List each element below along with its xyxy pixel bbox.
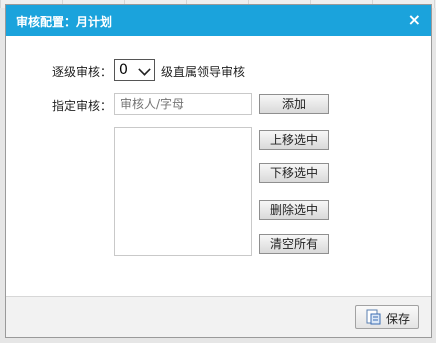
close-icon[interactable]: × — [408, 10, 421, 29]
clear-all-button[interactable]: 清空所有 — [259, 234, 329, 254]
level-select[interactable]: 0 — [114, 59, 155, 81]
chevron-down-icon — [138, 63, 151, 76]
move-up-button[interactable]: 上移选中 — [259, 130, 329, 150]
review-config-dialog: 审核配置：月计划 × 逐级审核： 0 级直属领导审核 指定审核： 添加 上移选中… — [5, 4, 432, 338]
dialog-title: 审核配置：月计划 — [16, 15, 113, 29]
level-review-suffix: 级直属领导审核 — [161, 65, 246, 79]
assign-review-label: 指定审核： — [52, 99, 113, 113]
save-icon — [366, 309, 381, 325]
delete-selected-button[interactable]: 删除选中 — [259, 200, 329, 220]
move-down-button[interactable]: 下移选中 — [259, 163, 329, 183]
add-button[interactable]: 添加 — [259, 94, 329, 114]
level-review-label: 逐级审核： — [52, 65, 113, 79]
dialog-titlebar: 审核配置：月计划 × — [6, 5, 431, 36]
level-select-value: 0 — [119, 62, 128, 78]
save-button-label: 保存 — [386, 312, 411, 326]
save-button[interactable]: 保存 — [355, 305, 419, 329]
reviewer-list[interactable] — [114, 127, 252, 256]
dialog-footer: 保存 — [6, 296, 431, 337]
reviewer-search-input[interactable] — [114, 93, 252, 115]
